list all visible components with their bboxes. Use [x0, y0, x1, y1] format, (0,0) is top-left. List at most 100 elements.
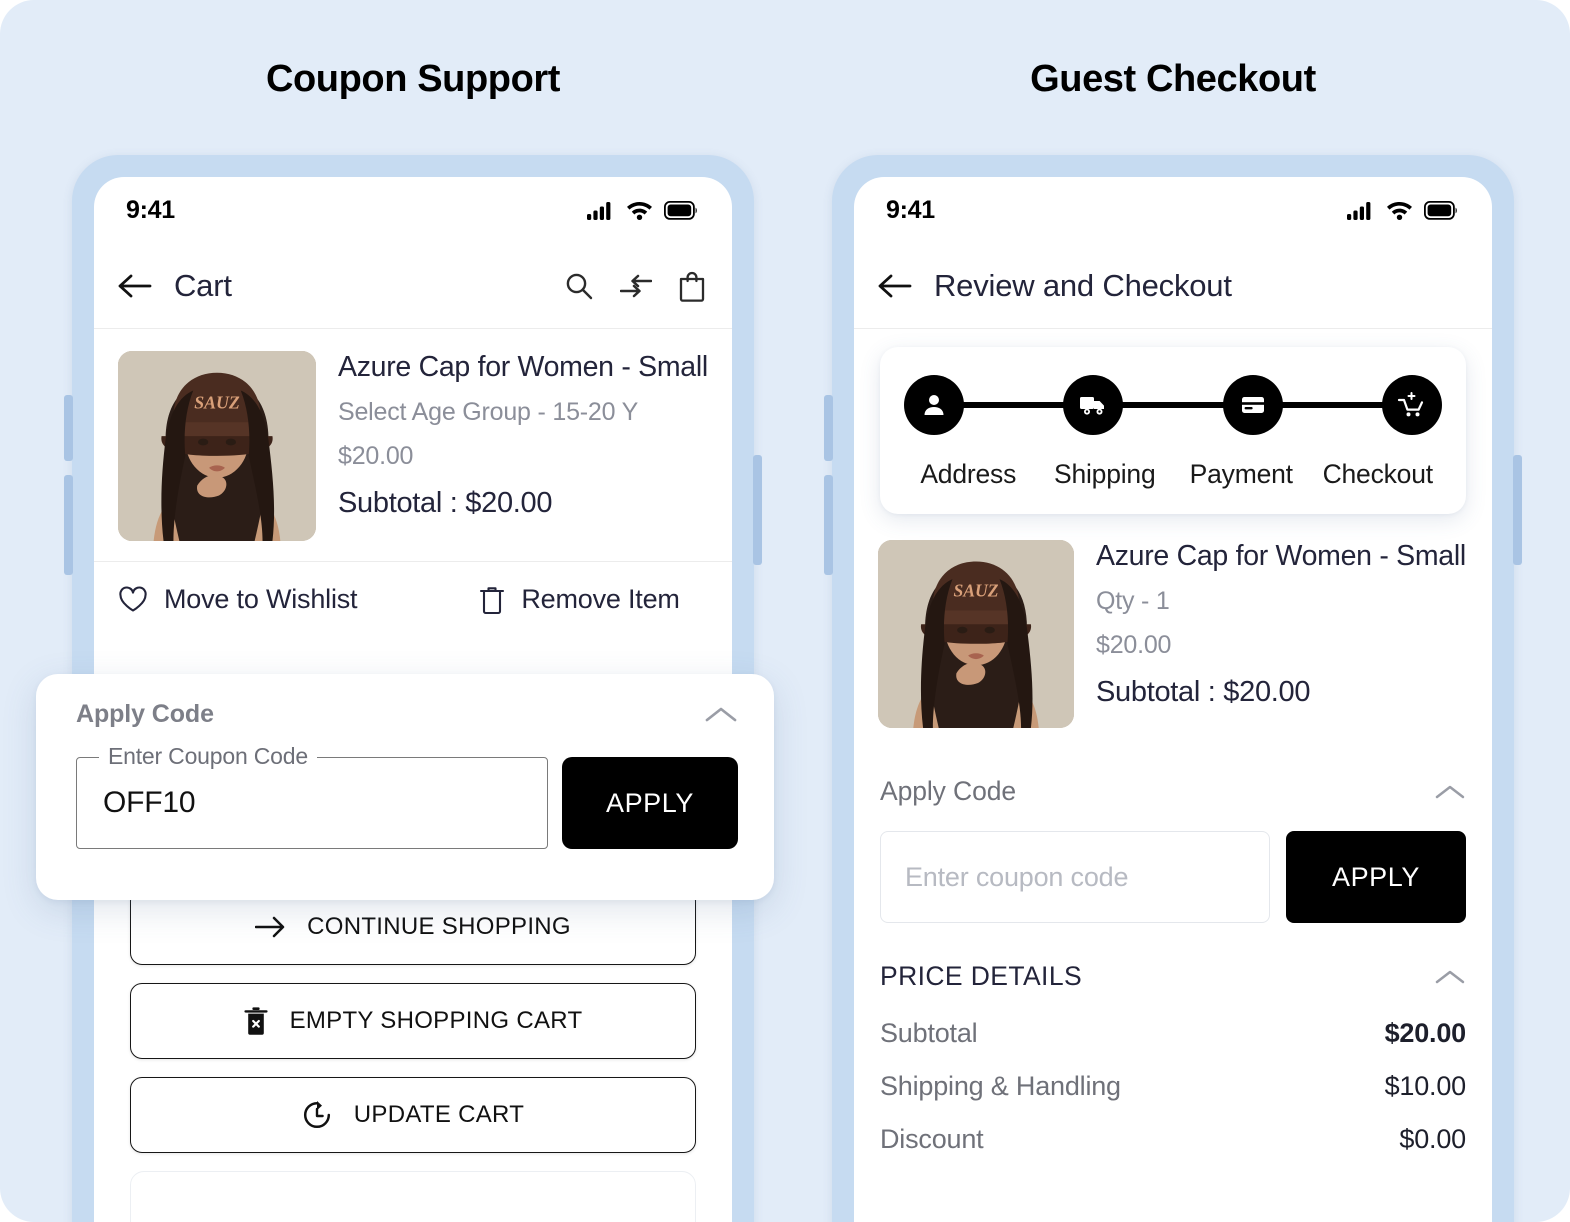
continue-shopping-button[interactable]: CONTINUE SHOPPING: [130, 889, 696, 965]
product-info-right: Azure Cap for Women - Small Qty - 1 $20.…: [1096, 540, 1466, 728]
phone-mockup-right: 9:41 Review and Checkout Address Shippin…: [824, 155, 1522, 1222]
wifi-icon: [1387, 202, 1412, 220]
cart-item-row: SAUZ Azure Cap for Women - Small Select …: [94, 329, 732, 561]
checkout-stepper-track: [898, 375, 1448, 435]
apply-code-title-right: Apply Code: [880, 776, 1017, 806]
checkout-stepper-labels: Address Shipping Payment Checkout: [898, 459, 1448, 490]
svg-text:SAUZ: SAUZ: [953, 581, 998, 601]
coupon-code-input-label: Enter Coupon Code: [99, 743, 317, 770]
heart-icon: [119, 586, 147, 612]
apply-code-section-header[interactable]: Apply Code: [854, 776, 1492, 807]
phone-side-button-volume-down-right[interactable]: [824, 475, 833, 575]
screenshot-canvas: Coupon Support Guest Checkout 9:41 Cart …: [0, 0, 1570, 1222]
product-price: $20.00: [338, 441, 414, 470]
product-name[interactable]: Azure Cap for Women - Small: [338, 351, 708, 385]
truck-icon: [1080, 397, 1105, 415]
shopping-bag-icon[interactable]: [678, 270, 706, 302]
apply-coupon-label-right: APPLY: [1331, 861, 1421, 892]
continue-shopping-label: CONTINUE SHOPPING: [307, 913, 571, 940]
product-photo-illustration-right: SAUZ: [878, 540, 1074, 728]
move-to-wishlist-label: Move to Wishlist: [164, 584, 358, 614]
price-row-subtotal: Subtotal $20.00: [880, 1018, 1466, 1049]
search-icon[interactable]: [564, 271, 594, 301]
price-label-discount: Discount: [880, 1124, 984, 1154]
back-arrow-icon[interactable]: [878, 273, 912, 299]
phone-side-button-volume-up-right[interactable]: [824, 395, 833, 461]
person-icon: [924, 395, 944, 415]
cart-add-icon: [1397, 392, 1424, 417]
phone-side-button-volume-down[interactable]: [64, 475, 73, 575]
coupon-code-input[interactable]: Enter Coupon Code OFF10: [76, 743, 548, 849]
step-checkout[interactable]: [1381, 375, 1442, 435]
phone-side-button-volume-up[interactable]: [64, 395, 73, 461]
compare-icon[interactable]: [620, 273, 652, 299]
status-time-right: 9:41: [886, 195, 935, 224]
product-subtotal: Subtotal : $20.00: [338, 486, 553, 519]
product-subtotal-right: Subtotal : $20.00: [1096, 675, 1311, 708]
cart-next-section-placeholder: [130, 1171, 696, 1222]
step-label-address: Address: [920, 459, 1017, 489]
remove-item-label: Remove Item: [521, 584, 680, 614]
checkout-stepper-card: Address Shipping Payment Checkout: [880, 347, 1466, 514]
product-photo-illustration: SAUZ: [118, 351, 316, 541]
apply-coupon-button[interactable]: APPLY: [562, 757, 738, 849]
product-image[interactable]: SAUZ: [118, 351, 316, 541]
page-title: Cart: [174, 267, 232, 303]
step-label-payment: Payment: [1189, 459, 1293, 489]
trash-x-icon: [243, 1007, 268, 1035]
status-icon-group: [587, 200, 698, 220]
step-label-shipping: Shipping: [1053, 459, 1156, 489]
status-time: 9:41: [126, 195, 175, 224]
step-address[interactable]: [904, 375, 964, 435]
price-row-discount: Discount $0.00: [880, 1124, 1466, 1155]
price-details-section-header[interactable]: PRICE DETAILS: [854, 961, 1492, 992]
product-price-right: $20.00: [1096, 630, 1172, 659]
price-label-shipping: Shipping & Handling: [880, 1071, 1121, 1101]
price-value-subtotal: $20.00: [1384, 1018, 1467, 1048]
status-bar: 9:41: [94, 177, 732, 243]
status-icon-group-right: [1347, 200, 1458, 220]
price-value-discount: $0.00: [1399, 1124, 1466, 1154]
step-shipping[interactable]: [1063, 375, 1124, 435]
product-image-right[interactable]: SAUZ: [878, 540, 1074, 728]
apply-code-header[interactable]: Apply Code: [76, 700, 738, 729]
update-cart-button[interactable]: UPDATE CART: [130, 1077, 696, 1153]
price-value-shipping: $10.00: [1384, 1071, 1467, 1101]
appbar-action-group: [564, 270, 706, 302]
step-payment[interactable]: [1222, 375, 1283, 435]
coupon-code-input-right[interactable]: Enter coupon code: [880, 831, 1270, 923]
empty-cart-button[interactable]: EMPTY SHOPPING CART: [130, 983, 696, 1059]
product-qty: Qty - 1: [1096, 586, 1170, 615]
panel-title-coupon-support: Coupon Support: [265, 58, 561, 100]
price-label-subtotal: Subtotal: [880, 1018, 978, 1048]
price-details-title: PRICE DETAILS: [880, 961, 1083, 991]
battery-icon: [1424, 200, 1457, 220]
coupon-entry-row-right: Enter coupon code APPLY: [854, 831, 1492, 923]
page-title-right: Review and Checkout: [934, 267, 1232, 303]
app-bar-right: Review and Checkout: [854, 243, 1492, 329]
cellular-signal-icon: [1347, 202, 1371, 220]
app-bar-left: Cart: [94, 243, 732, 329]
chevron-up-icon[interactable]: [1434, 967, 1466, 987]
back-arrow-icon[interactable]: [118, 273, 152, 299]
empty-cart-label: EMPTY SHOPPING CART: [289, 1007, 583, 1034]
battery-icon: [664, 200, 697, 220]
coupon-code-value: OFF10: [103, 786, 196, 819]
phone-side-button-power[interactable]: [753, 455, 762, 565]
step-label-checkout: Checkout: [1322, 459, 1434, 489]
phone-side-button-power-right[interactable]: [1513, 455, 1522, 565]
product-info: Azure Cap for Women - Small Select Age G…: [338, 351, 708, 541]
remove-item-button[interactable]: Remove Item: [479, 584, 680, 615]
review-item-row: SAUZ Azure Cap for Women - Small Qty - 1…: [854, 514, 1492, 748]
chevron-up-icon[interactable]: [704, 704, 738, 726]
move-to-wishlist-button[interactable]: Move to Wishlist: [118, 584, 358, 615]
coupon-code-placeholder: Enter coupon code: [905, 861, 1129, 892]
product-name-right[interactable]: Azure Cap for Women - Small: [1096, 540, 1466, 574]
trash-icon: [480, 586, 505, 614]
phone-screen-right: 9:41 Review and Checkout Address Shippin…: [854, 177, 1492, 1222]
arrow-right-icon: [255, 916, 285, 938]
apply-code-title: Apply Code: [76, 700, 214, 728]
update-cart-label: UPDATE CART: [353, 1101, 525, 1128]
apply-coupon-button-right[interactable]: APPLY: [1286, 831, 1466, 923]
chevron-up-icon[interactable]: [1434, 782, 1466, 802]
